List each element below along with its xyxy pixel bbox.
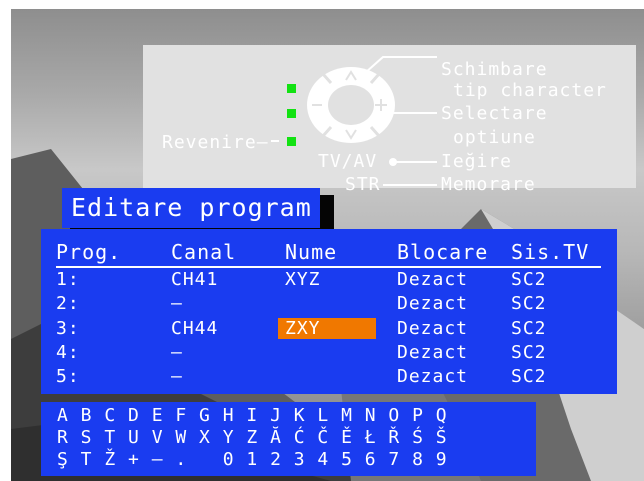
character-picker[interactable]: A B C D E F G H I J K L M N O P Q R S T … <box>41 402 536 476</box>
help-tvav-label: TV/AV <box>318 151 378 172</box>
page-title: Editare program <box>62 188 320 228</box>
row-canal: – <box>171 366 183 387</box>
column-header-prog: Prog. <box>56 240 122 264</box>
help-change-char-type-line2: tip character <box>453 80 607 101</box>
row-blocare: Dezact <box>397 269 469 290</box>
program-table: Prog. Canal Nume Blocare Sis.TV 1: CH41 … <box>41 229 617 394</box>
tv-screen: Schimbare tip character Selectare optiun… <box>11 9 644 481</box>
row-sistv: SC2 <box>511 366 547 387</box>
column-header-canal: Canal <box>171 240 237 264</box>
row-prog: 1: <box>56 269 80 290</box>
column-header-sistv: Sis.TV <box>511 240 590 264</box>
help-select-option-line1: Selectare <box>441 103 548 124</box>
row-nume-selected[interactable]: ZXY <box>285 318 321 340</box>
row-sistv: SC2 <box>511 293 547 314</box>
help-back-label: Revenire– <box>162 132 269 153</box>
row-sistv: SC2 <box>511 342 547 363</box>
row-sistv: SC2 <box>511 269 547 290</box>
row-blocare: Dezact <box>397 318 469 339</box>
help-memorize-label: Memorare <box>441 174 536 195</box>
header-divider <box>56 266 601 268</box>
character-row-3[interactable]: Ş T Ž + – . 0 1 2 3 4 5 6 7 8 9 <box>57 449 448 471</box>
row-blocare: Dezact <box>397 293 469 314</box>
help-exit-label: Ieğire <box>441 151 513 172</box>
character-row-2[interactable]: R S T U V W X Y Z Ă Ć Č Ě Ł Ř Ś Š <box>57 427 448 449</box>
row-canal: CH44 <box>171 318 219 339</box>
row-canal: – <box>171 293 183 314</box>
column-header-nume: Nume <box>285 240 338 264</box>
character-row-1[interactable]: A B C D E F G H I J K L M N O P Q <box>57 405 448 427</box>
help-str-label: STR <box>345 174 381 195</box>
row-prog: 2: <box>56 293 80 314</box>
row-blocare: Dezact <box>397 366 469 387</box>
remote-help-panel: Schimbare tip character Selectare optiun… <box>143 45 636 195</box>
row-canal: – <box>171 342 183 363</box>
help-select-option-line2: optiune <box>453 127 536 148</box>
column-header-blocare: Blocare <box>397 240 489 264</box>
green-indicator-icon <box>287 109 296 118</box>
green-indicator-icon <box>287 84 296 93</box>
row-prog: 3: <box>56 318 80 339</box>
help-change-char-type-line1: Schimbare <box>441 59 548 80</box>
row-sistv: SC2 <box>511 318 547 339</box>
row-prog: 5: <box>56 366 80 387</box>
row-blocare: Dezact <box>397 342 469 363</box>
green-indicator-icon <box>287 137 296 146</box>
row-nume: XYZ <box>285 269 321 290</box>
remote-control-icon <box>271 56 437 186</box>
row-canal: CH41 <box>171 269 219 290</box>
row-prog: 4: <box>56 342 80 363</box>
